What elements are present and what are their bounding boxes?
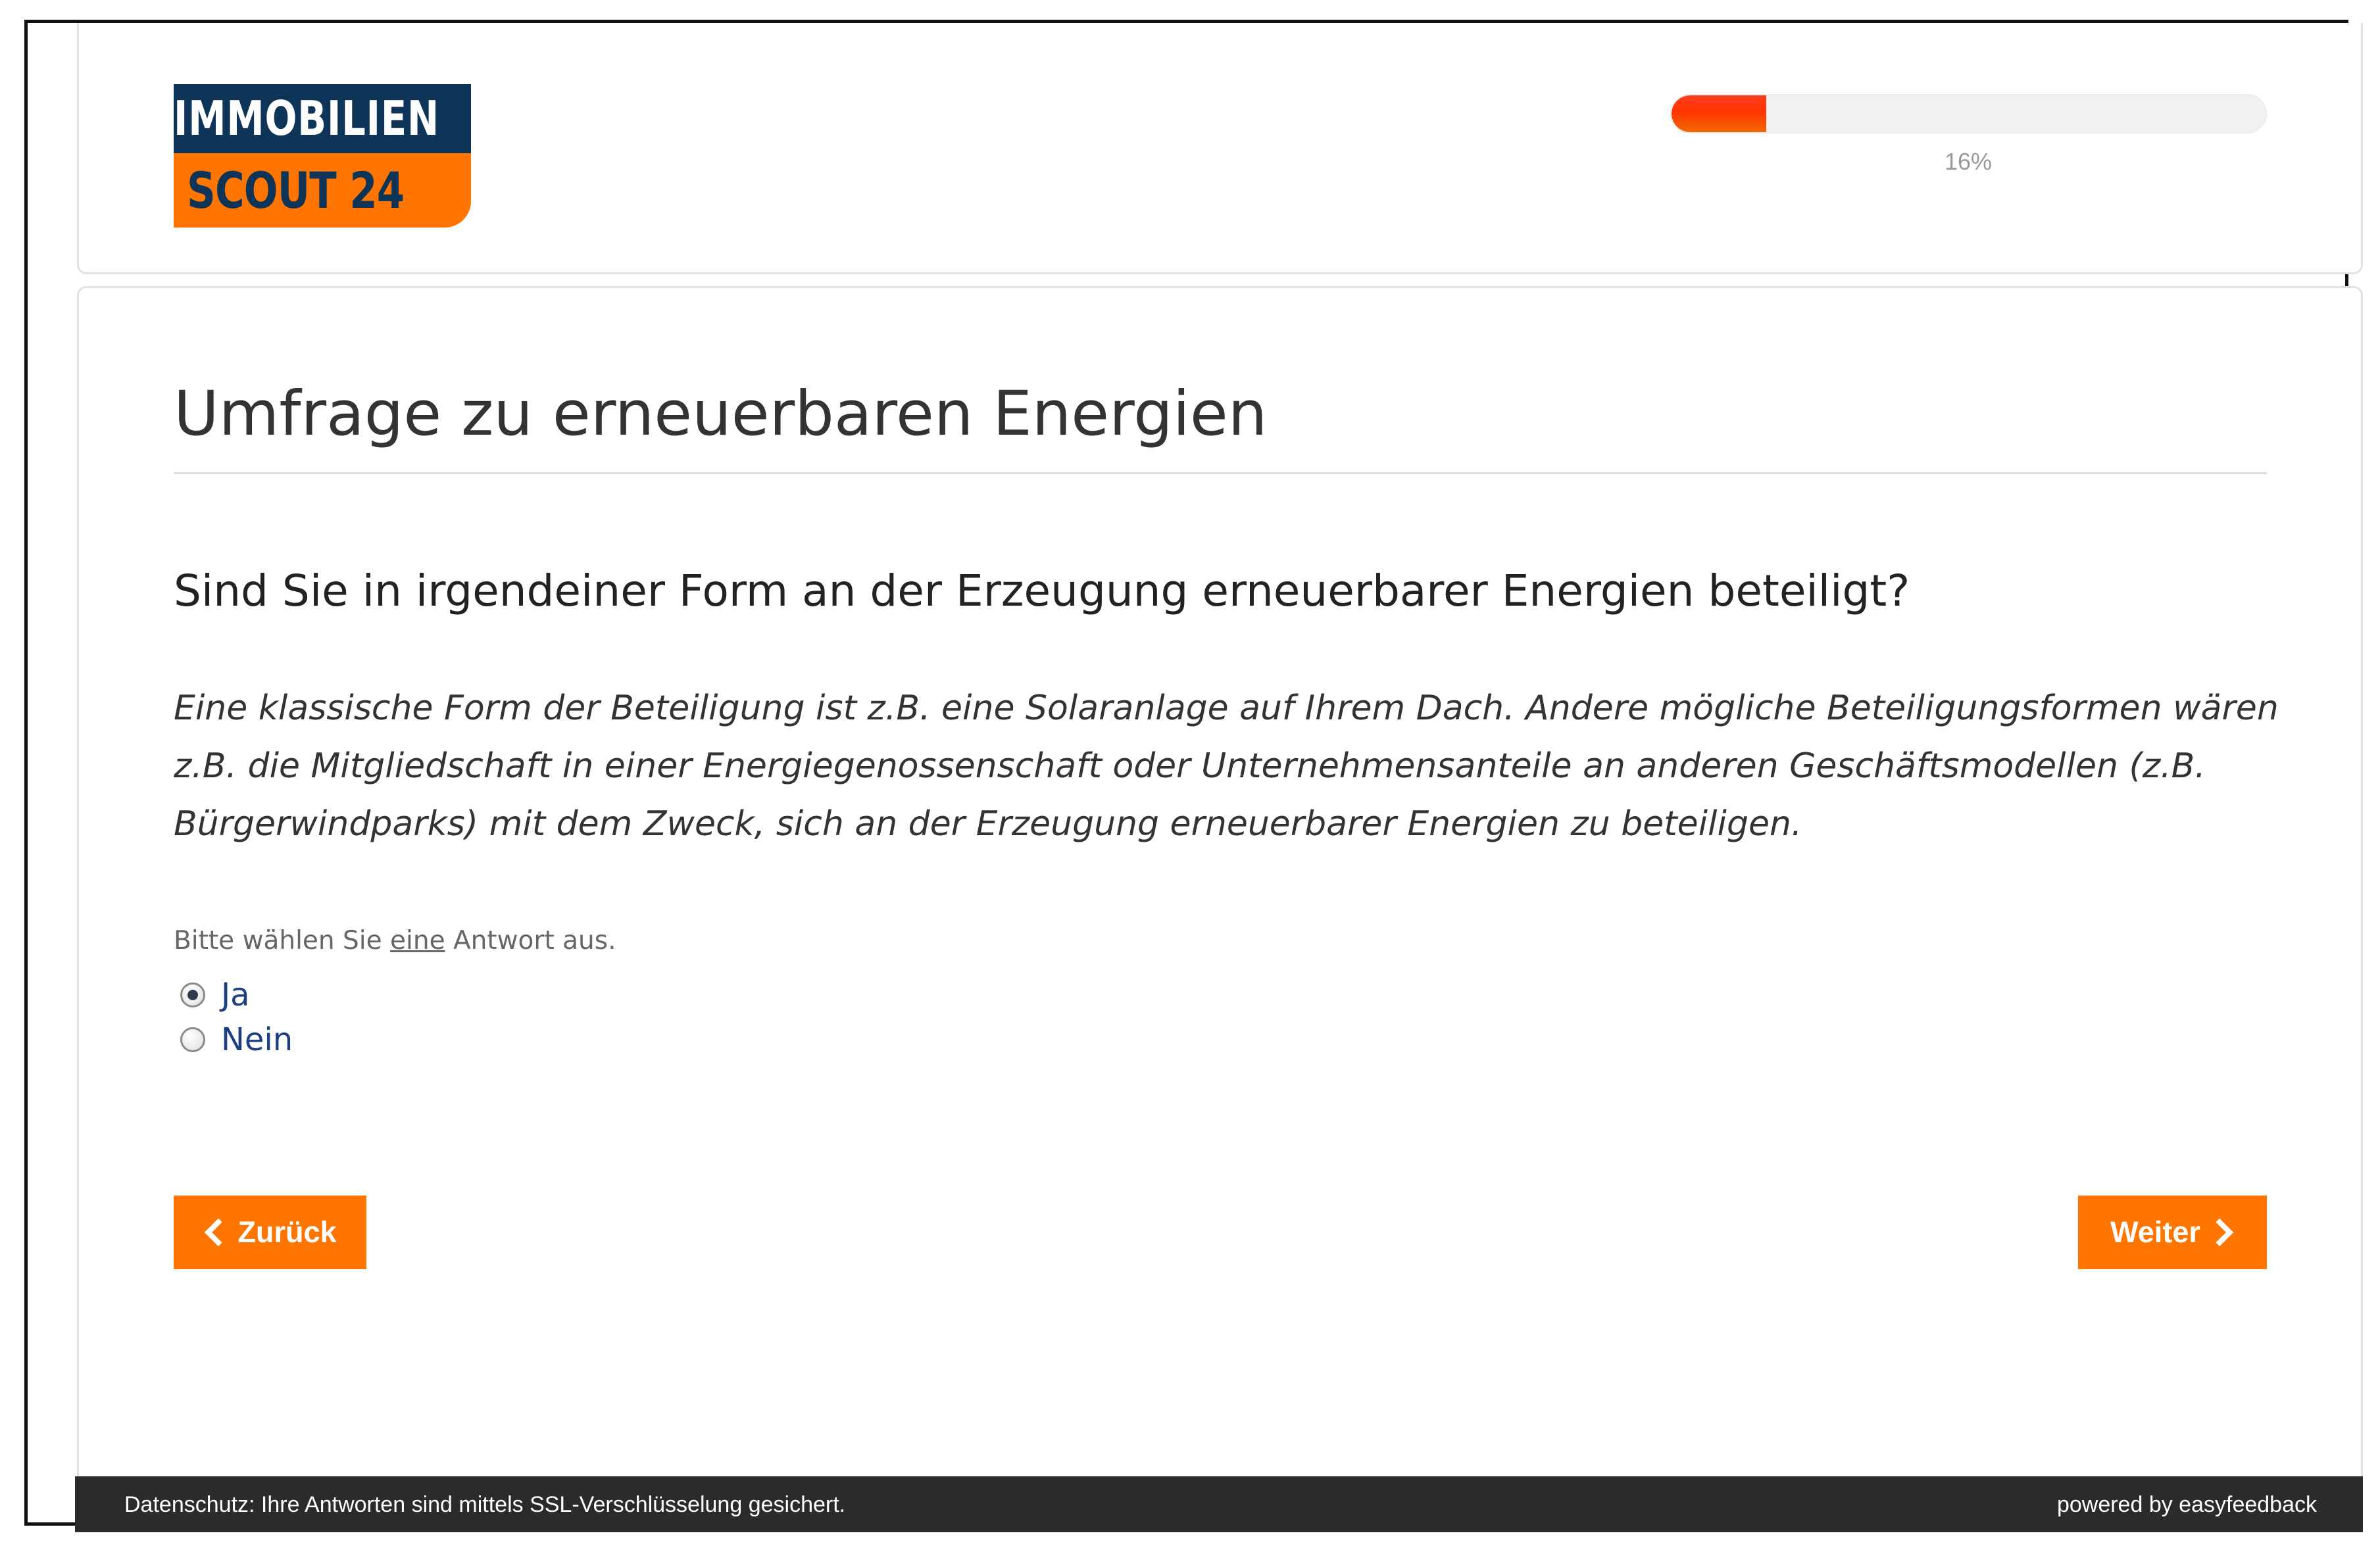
explanation-line: z.B. die Mitgliedschaft in einer Energie…: [174, 746, 2206, 786]
progress-percent: 16%: [1944, 148, 1993, 175]
next-button-label: Weiter: [2110, 1215, 2200, 1249]
option-label-ja[interactable]: Ja: [221, 977, 250, 1013]
radio-ja[interactable]: [180, 982, 205, 1007]
progress-bar-fill: [1672, 95, 1767, 132]
survey-window: IMMOBILIEN SCOUT 24 16% Umfrage zu erneu…: [24, 20, 2363, 1532]
option-label-nein[interactable]: Nein: [221, 1021, 293, 1058]
question-explanation: Eine klassische Form der Beteiligung ist…: [174, 679, 2279, 853]
back-button[interactable]: Zurück: [174, 1196, 366, 1269]
radio-selected-dot: [187, 990, 198, 1000]
instruction-text: Bitte wählen Sie: [174, 926, 391, 956]
back-button-label: Zurück: [237, 1215, 337, 1249]
immobilienscout24-logo: IMMOBILIEN SCOUT 24: [174, 84, 471, 228]
option-ja[interactable]: Ja: [180, 977, 250, 1013]
page-title: Umfrage zu erneuerbaren Energien: [174, 378, 1268, 450]
question-text: Sind Sie in irgendeiner Form an der Erze…: [174, 566, 1910, 616]
explanation-line: Bürgerwindparks) mit dem Zweck, sich an …: [174, 804, 1802, 844]
privacy-note: Datenschutz: Ihre Antworten sind mittels…: [124, 1492, 846, 1517]
instruction-emphasis: eine: [390, 926, 445, 956]
option-nein[interactable]: Nein: [180, 1021, 293, 1058]
footer-bar: Datenschutz: Ihre Antworten sind mittels…: [75, 1476, 2363, 1532]
chevron-right-icon: [2205, 1218, 2234, 1247]
progress-bar: [1670, 94, 2267, 133]
next-button[interactable]: Weiter: [2078, 1196, 2267, 1269]
answer-instruction: Bitte wählen Sie eine Antwort aus.: [174, 926, 616, 956]
chevron-left-icon: [205, 1218, 233, 1247]
explanation-line: Eine klassische Form der Beteiligung ist…: [174, 689, 2279, 728]
instruction-text: Antwort aus.: [445, 926, 616, 956]
logo-line-1: IMMOBILIEN: [174, 84, 471, 153]
radio-nein[interactable]: [180, 1027, 205, 1052]
title-divider: [174, 472, 2267, 474]
powered-by-link[interactable]: powered by easyfeedback: [2057, 1492, 2317, 1518]
logo-line-2: SCOUT 24: [174, 153, 471, 228]
